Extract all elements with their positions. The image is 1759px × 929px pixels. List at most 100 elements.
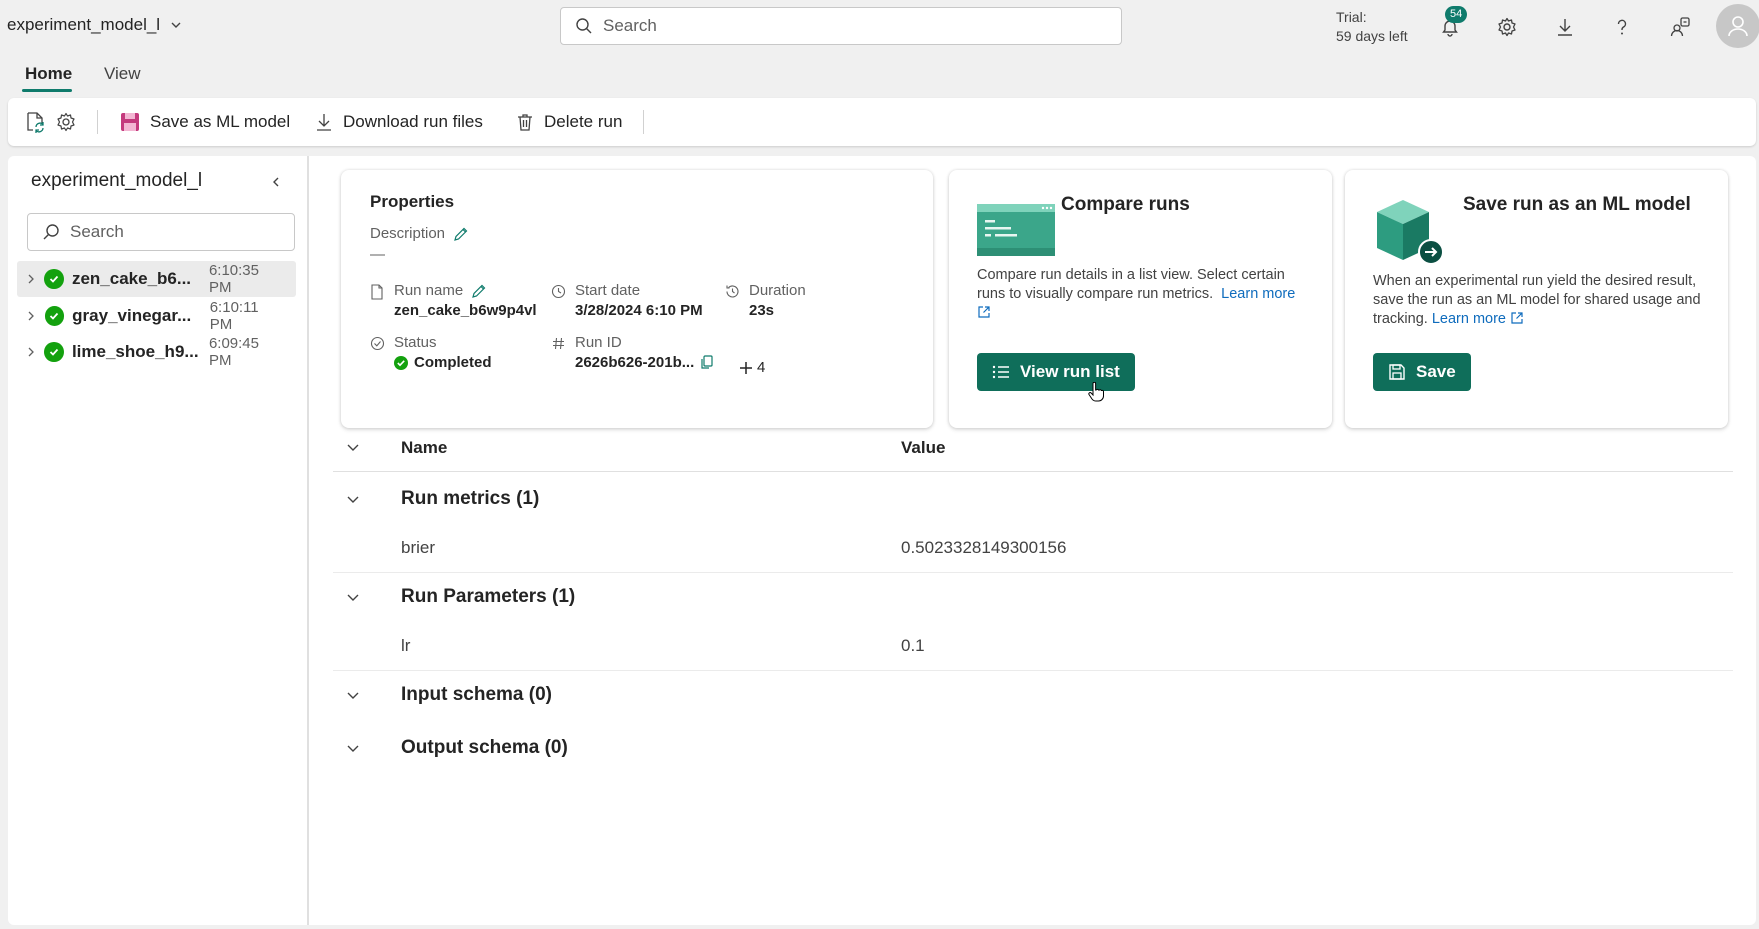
- row-name: lr: [401, 636, 411, 655]
- download-icon: [1555, 17, 1575, 37]
- save-model-button[interactable]: Save: [1373, 353, 1471, 391]
- description-value: —: [370, 246, 385, 263]
- help-icon: [1612, 17, 1632, 37]
- sidebar-search-input[interactable]: [70, 222, 270, 242]
- group-title: Input schema (0): [401, 684, 552, 705]
- ribbon-toolbar: Save as ML model Download run files Dele…: [8, 98, 1756, 146]
- run-name-label: Run name: [394, 282, 464, 299]
- run-time: 6:10:35 PM: [208, 262, 259, 296]
- history-icon: [725, 284, 741, 319]
- toolbar-divider: [97, 110, 98, 134]
- duration-property: Duration 23s: [725, 282, 806, 319]
- column-header-name[interactable]: Name: [401, 438, 447, 458]
- global-search-box[interactable]: [560, 7, 1122, 45]
- help-button[interactable]: [1607, 12, 1637, 42]
- chevron-down-icon[interactable]: [341, 684, 365, 708]
- group-row-run-parameters[interactable]: Run Parameters (1): [333, 572, 1733, 622]
- save-run-title: Save run as an ML model: [1463, 194, 1691, 215]
- chevron-down-icon[interactable]: [341, 586, 365, 610]
- chevron-right-icon[interactable]: [17, 347, 44, 357]
- search-icon: [42, 223, 60, 241]
- chevron-left-icon: [270, 176, 282, 188]
- run-name: lime_shoe_h9...: [71, 342, 199, 361]
- share-button[interactable]: [1665, 12, 1695, 42]
- run-list-item[interactable]: zen_cake_b6... 6:10:35 PM: [17, 261, 296, 297]
- download-run-files-button[interactable]: Download run files: [314, 108, 483, 136]
- chevron-down-icon[interactable]: [341, 737, 365, 761]
- group-title: Output schema (0): [401, 737, 568, 758]
- save-run-description: When an experimental run yield the desir…: [1373, 272, 1713, 329]
- duration-value: 23s: [749, 302, 775, 319]
- row-value: 0.5023328149300156: [901, 538, 1067, 557]
- status-icon: [370, 336, 386, 371]
- sidebar-title: experiment_model_l: [31, 170, 203, 191]
- download-icon: [314, 112, 334, 132]
- checkmark-circle-icon: [44, 306, 65, 326]
- list-icon: [992, 364, 1010, 380]
- chevron-down-icon[interactable]: [341, 488, 365, 512]
- copy-icon[interactable]: [700, 355, 714, 370]
- settings-toolbar-button[interactable]: [56, 108, 76, 136]
- save-as-ml-model-button[interactable]: Save as ML model: [119, 108, 290, 136]
- mouse-cursor-icon: [1088, 382, 1104, 402]
- workspace-selector[interactable]: experiment_model_l: [7, 15, 182, 35]
- global-search-input[interactable]: [603, 16, 1083, 36]
- description-label-row: Description: [370, 225, 469, 242]
- plus-icon: [739, 361, 753, 375]
- chevron-right-icon[interactable]: [17, 311, 45, 321]
- show-more-properties-button[interactable]: 4: [739, 359, 765, 376]
- delete-run-label: Delete run: [544, 112, 623, 131]
- trash-icon: [515, 112, 535, 132]
- sidebar-search-box[interactable]: [27, 213, 295, 251]
- checkmark-circle-icon: [44, 269, 64, 289]
- run-time: 6:09:45 PM: [208, 335, 259, 369]
- run-list-item[interactable]: lime_shoe_h9... 6:09:45 PM: [17, 334, 296, 370]
- runs-sidebar: experiment_model_l zen_cake_b6... 6:10:3…: [8, 156, 308, 925]
- compare-runs-illustration: [977, 204, 1055, 256]
- learn-more-label: Learn more: [1431, 311, 1506, 327]
- chevron-right-icon[interactable]: [17, 274, 44, 284]
- delete-run-button[interactable]: Delete run: [515, 108, 622, 136]
- start-date-label: Start date: [575, 282, 641, 299]
- learn-more-link[interactable]: Learn more: [1432, 311, 1524, 327]
- more-properties-count: 4: [757, 359, 766, 376]
- group-row-input-schema[interactable]: Input schema (0): [333, 670, 1733, 720]
- table-row[interactable]: brier 0.5023328149300156: [333, 523, 1733, 573]
- edit-run-name-icon[interactable]: [471, 283, 487, 299]
- refresh-document-icon: [24, 111, 46, 133]
- save-run-description-text: When an experimental run yield the desir…: [1373, 273, 1701, 327]
- edit-description-icon[interactable]: [453, 226, 469, 242]
- avatar[interactable]: [1716, 4, 1759, 48]
- workspace-name: experiment_model_l: [7, 15, 161, 34]
- number-sign-icon: [551, 336, 567, 371]
- run-details-panel: Properties Description — Run name zen_ca…: [309, 156, 1756, 925]
- status-value: Completed: [414, 354, 492, 371]
- column-header-value[interactable]: Value: [901, 438, 945, 458]
- settings-button[interactable]: [1492, 12, 1522, 42]
- view-run-list-button[interactable]: View run list: [977, 353, 1135, 391]
- collapse-sidebar-button[interactable]: [264, 170, 288, 194]
- clock-icon: [551, 284, 567, 319]
- run-name-value: zen_cake_b6w9p4vl: [394, 302, 537, 319]
- group-row-run-metrics[interactable]: Run metrics (1): [333, 474, 1733, 524]
- row-name: brier: [401, 538, 436, 557]
- run-name-property: Run name zen_cake_b6w9p4vl: [370, 282, 537, 319]
- run-name-label-row: Run name: [394, 282, 537, 299]
- search-icon: [575, 17, 593, 35]
- properties-card: Properties Description — Run name zen_ca…: [341, 170, 933, 428]
- run-list-item[interactable]: gray_vinegar... 6:10:11 PM: [17, 298, 296, 334]
- save-icon: [1388, 363, 1406, 381]
- download-button[interactable]: [1550, 12, 1580, 42]
- run-id-value: 2626b626-201b...: [575, 354, 695, 371]
- group-row-output-schema[interactable]: Output schema (0): [333, 723, 1733, 773]
- refresh-button[interactable]: [24, 108, 46, 136]
- group-title: Run Parameters (1): [401, 586, 576, 607]
- compare-runs-card: Compare runs Compare run details in a li…: [949, 170, 1332, 428]
- collapse-all-button[interactable]: [341, 436, 365, 460]
- document-icon: [370, 284, 386, 319]
- tab-view[interactable]: View: [104, 64, 141, 84]
- external-link-icon: [1511, 312, 1523, 324]
- tab-home[interactable]: Home: [25, 64, 72, 84]
- table-row[interactable]: lr 0.1: [333, 621, 1733, 671]
- ml-model-cube-illustration: [1373, 198, 1445, 266]
